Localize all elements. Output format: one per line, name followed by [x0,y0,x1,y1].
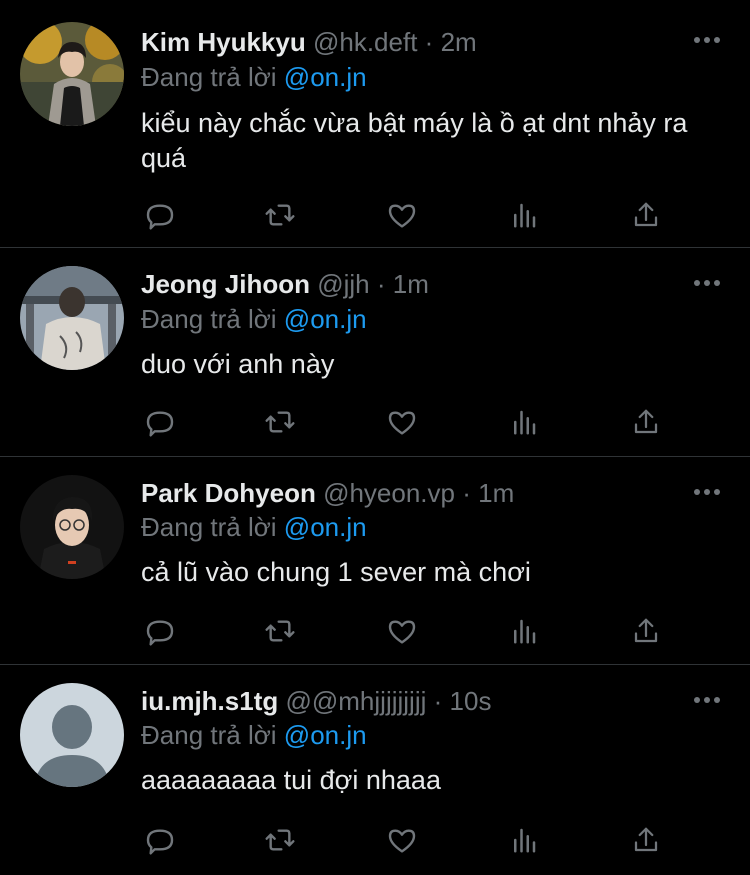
reply-icon[interactable] [142,404,178,440]
like-icon[interactable] [384,613,420,649]
avatar-photo [20,475,124,579]
reply-icon[interactable] [142,613,178,649]
replying-to-label: Đang trả lời [141,720,277,750]
mention-link[interactable]: @on.jn [284,62,367,92]
tweet-text: kiểu này chắc vừa bật máy là ồ ạt dnt nh… [141,108,688,173]
reply-tweet[interactable]: Kim Hyukkyu @hk.deft · 2m Đang trả lời @… [0,0,750,248]
reply-tweet[interactable]: iu.mjh.s1tg @@mhjjjjjjjjj · 10s Đang trả… [0,665,750,875]
more-options-icon[interactable] [694,30,720,50]
tweet-header: Park Dohyeon @hyeon.vp · 1m [141,478,514,508]
replying-to-label: Đang trả lời [141,62,277,92]
default-avatar-icon [20,683,124,787]
display-name[interactable]: Kim Hyukkyu [141,27,306,57]
action-bar [140,404,670,440]
reply-icon[interactable] [142,822,178,858]
tweet-header: Kim Hyukkyu @hk.deft · 2m [141,27,477,57]
like-icon[interactable] [384,404,420,440]
separator: · [462,478,471,508]
replying-to: Đang trả lời @on.jn [141,720,367,750]
username[interactable]: @hyeon.vp [323,478,455,508]
like-icon[interactable] [384,197,420,233]
more-options-icon[interactable] [694,690,720,710]
replying-to: Đang trả lời @on.jn [141,512,367,542]
tweet-header: Jeong Jihoon @jjh · 1m [141,269,429,299]
avatar[interactable] [20,475,124,579]
timestamp[interactable]: 1m [478,478,514,508]
mention-link[interactable]: @on.jn [284,720,367,750]
action-bar [140,822,670,858]
separator: · [433,686,443,716]
action-bar [140,197,670,233]
retweet-icon[interactable] [262,197,298,233]
tweet-text: aaaaaaaaa tui đợi nhaaa [141,765,441,795]
analytics-icon[interactable] [506,197,542,233]
avatar-photo [20,266,124,370]
timestamp[interactable]: 1m [393,269,429,299]
tweet-text: cả lũ vào chung 1 sever mà chơi [141,557,531,587]
avatar[interactable] [20,266,124,370]
share-icon[interactable] [628,822,664,858]
more-options-icon[interactable] [694,482,720,502]
reply-tweet[interactable]: Park Dohyeon @hyeon.vp · 1m Đang trả lời… [0,457,750,665]
separator: · [376,269,386,299]
separator: · [424,27,434,57]
replying-to-label: Đang trả lời [141,304,277,334]
display-name[interactable]: Jeong Jihoon [141,269,310,299]
retweet-icon[interactable] [262,822,298,858]
analytics-icon[interactable] [506,822,542,858]
like-icon[interactable] [384,822,420,858]
reply-tweet[interactable]: Jeong Jihoon @jjh · 1m Đang trả lời @on.… [0,248,750,457]
tweet-header: iu.mjh.s1tg @@mhjjjjjjjjj · 10s [141,686,491,716]
analytics-icon[interactable] [506,404,542,440]
tweet-text: duo với anh này [141,349,335,379]
username[interactable]: @hk.deft [313,27,417,57]
replying-to: Đang trả lời @on.jn [141,62,367,92]
avatar[interactable] [20,683,124,787]
avatar-photo [20,22,124,126]
avatar[interactable] [20,22,124,126]
share-icon[interactable] [628,613,664,649]
timestamp[interactable]: 2m [441,27,477,57]
timestamp[interactable]: 10s [450,686,492,716]
mention-link[interactable]: @on.jn [284,304,367,334]
action-bar [140,613,670,649]
display-name[interactable]: iu.mjh.s1tg [141,686,278,716]
share-icon[interactable] [628,404,664,440]
mention-link[interactable]: @on.jn [284,512,367,542]
retweet-icon[interactable] [262,613,298,649]
username[interactable]: @jjh [317,269,369,299]
analytics-icon[interactable] [506,613,542,649]
display-name[interactable]: Park Dohyeon [141,478,316,508]
replying-to-label: Đang trả lời [141,512,277,542]
reply-icon[interactable] [142,197,178,233]
username[interactable]: @@mhjjjjjjjjj [285,686,426,716]
more-options-icon[interactable] [694,273,720,293]
share-icon[interactable] [628,197,664,233]
replying-to: Đang trả lời @on.jn [141,304,367,334]
retweet-icon[interactable] [262,404,298,440]
